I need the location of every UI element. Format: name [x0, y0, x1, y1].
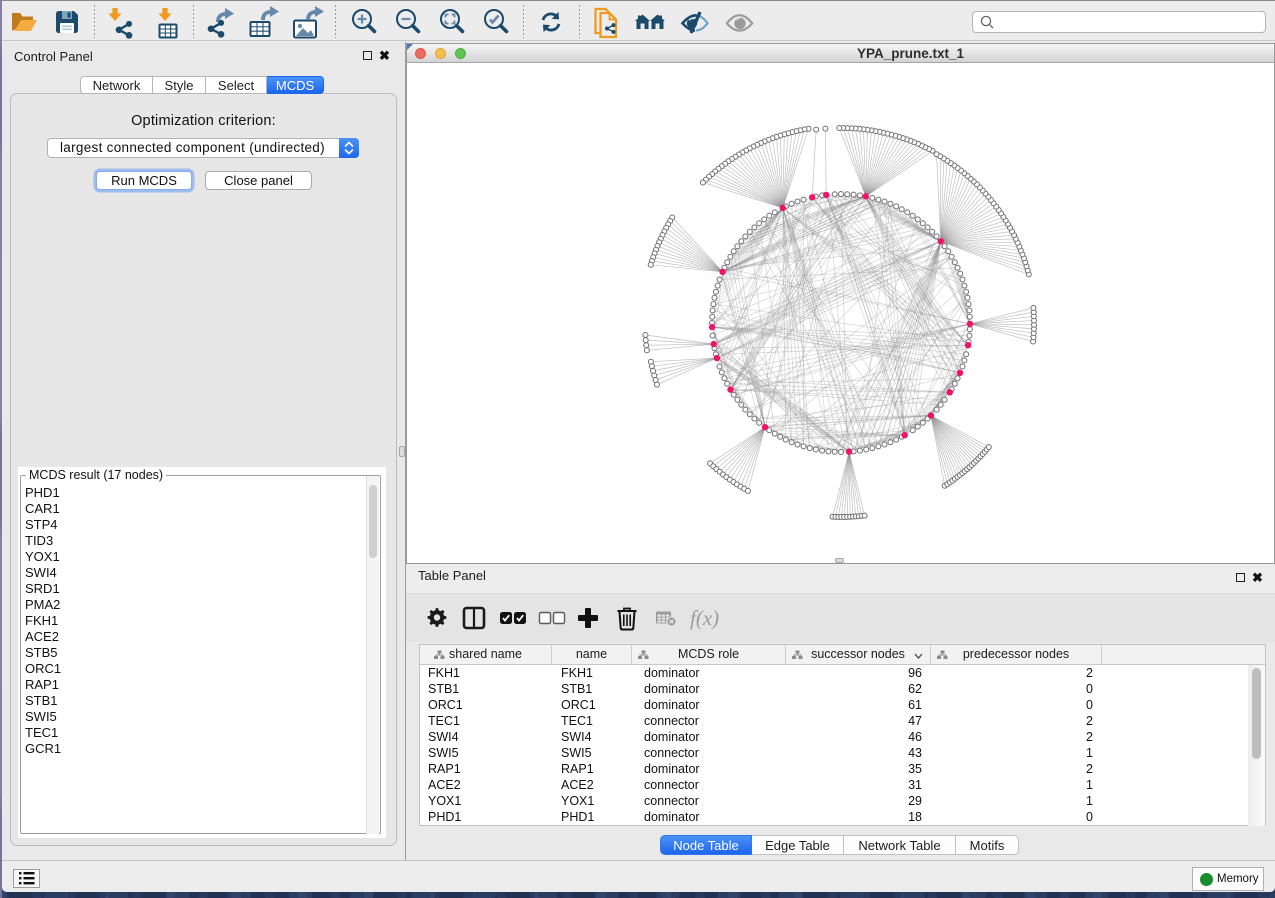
svg-text:f(x): f(x): [690, 606, 719, 630]
